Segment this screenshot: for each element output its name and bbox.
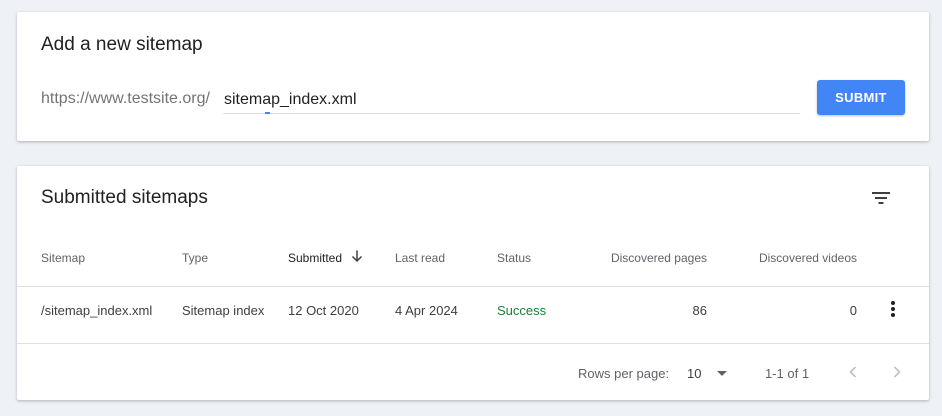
column-header-discovered-pages[interactable]: Discovered pages xyxy=(611,251,707,265)
row-divider xyxy=(17,343,929,344)
cell-type: Sitemap index xyxy=(182,303,265,318)
cell-submitted: 12 Oct 2020 xyxy=(288,303,359,318)
rows-per-page-select[interactable]: 10 xyxy=(683,363,733,385)
cell-status: Success xyxy=(497,303,547,318)
more-vert-icon xyxy=(891,301,895,317)
row-menu-button[interactable] xyxy=(883,296,903,322)
header-divider xyxy=(17,286,929,287)
column-header-submitted[interactable]: Submitted xyxy=(288,251,342,265)
caret-down-icon xyxy=(717,371,727,376)
submitted-sitemaps-card: Submitted sitemaps Sitemap Type Submitte… xyxy=(17,166,929,400)
next-page-button[interactable] xyxy=(885,359,909,385)
column-header-type[interactable]: Type xyxy=(182,251,208,265)
rows-per-page-label: Rows per page: xyxy=(578,366,670,381)
chevron-left-icon xyxy=(849,366,857,378)
add-sitemap-card: Add a new sitemap https://www.testsite.o… xyxy=(17,12,929,141)
cell-sitemap[interactable]: /sitemap_index.xml xyxy=(41,303,152,318)
chevron-right-icon xyxy=(893,366,901,378)
pagination-range: 1-1 of 1 xyxy=(765,366,810,381)
filter-button[interactable] xyxy=(865,182,897,214)
submitted-sitemaps-title: Submitted sitemaps xyxy=(41,187,208,208)
cell-discovered-pages: 86 xyxy=(692,303,707,318)
sitemap-url-input[interactable] xyxy=(223,86,800,114)
cell-discovered-videos: 0 xyxy=(849,303,857,318)
site-url-prefix: https://www.testsite.org/ xyxy=(41,90,210,107)
column-header-sitemap[interactable]: Sitemap xyxy=(41,251,85,265)
cell-last-read: 4 Apr 2024 xyxy=(395,303,458,318)
submit-button[interactable]: SUBMIT xyxy=(817,80,905,115)
arrow-down-icon[interactable] xyxy=(350,249,364,263)
column-header-status[interactable]: Status xyxy=(497,251,531,265)
previous-page-button[interactable] xyxy=(841,359,865,385)
column-header-discovered-videos[interactable]: Discovered videos xyxy=(759,251,857,265)
input-cursor-indicator xyxy=(265,112,270,114)
rows-per-page-value: 10 xyxy=(687,366,702,381)
column-header-last-read[interactable]: Last read xyxy=(395,251,445,265)
filter-list-icon xyxy=(872,192,890,204)
add-sitemap-title: Add a new sitemap xyxy=(41,34,203,55)
